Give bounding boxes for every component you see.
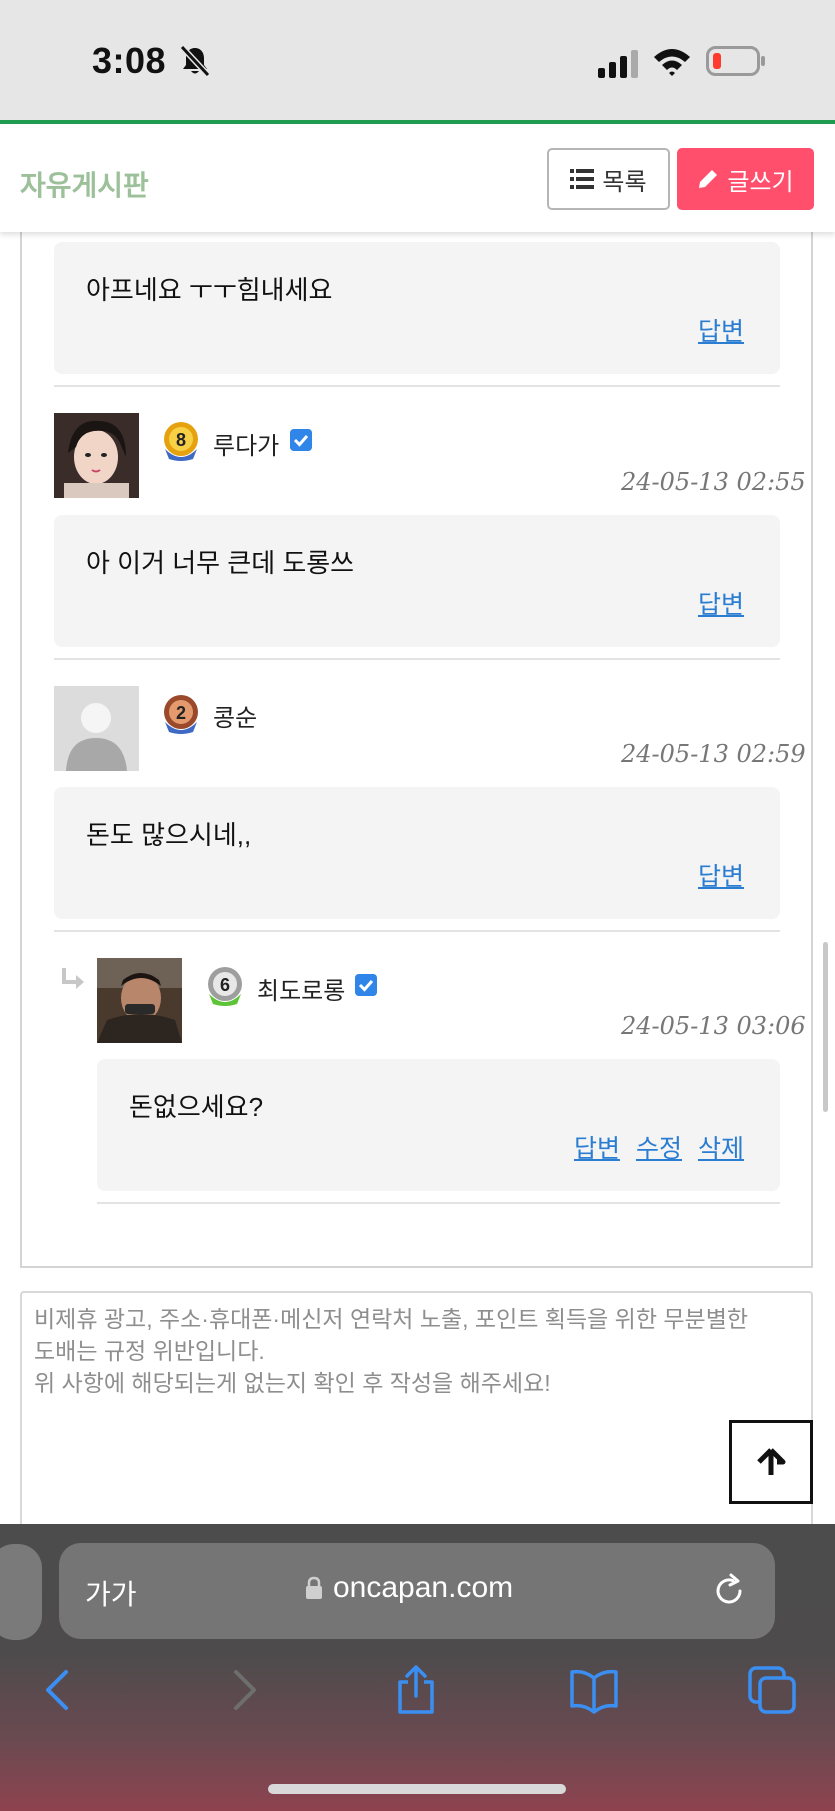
level-6-icon: 6 — [208, 967, 242, 1006]
text-size-button[interactable]: 가가 — [85, 1573, 137, 1613]
address-bar[interactable]: 가가 oncapan.com — [59, 1543, 775, 1639]
reply-link[interactable]: 답변 — [698, 857, 744, 893]
comment-text: 돈도 많으시네,, — [86, 820, 252, 850]
browser-toolbar: 가가 oncapan.com — [0, 1524, 835, 1811]
comment-textarea[interactable]: 비제휴 광고, 주소·휴대폰·메신저 연락처 노출, 포인트 획득을 위한 무분… — [20, 1291, 813, 1524]
avatar[interactable] — [97, 958, 182, 1043]
board-header: 자유게시판 목록 글쓰기 — [0, 128, 835, 232]
svg-text:8: 8 — [176, 430, 186, 450]
comment-date: 24-05-13 02:55 — [621, 468, 806, 496]
list-icon — [570, 169, 595, 189]
forward-icon[interactable] — [216, 1664, 268, 1716]
delete-link[interactable]: 삭제 — [698, 1129, 744, 1165]
comment-bubble: 돈도 많으시네,, 답변 — [54, 787, 780, 919]
comment-text: 아 이거 너무 큰데 도롱쓰 — [86, 548, 355, 578]
svg-text:2: 2 — [176, 703, 186, 723]
reply-link[interactable]: 답변 — [574, 1129, 620, 1165]
url-text: oncapan.com — [333, 1571, 514, 1604]
list-button-label: 목록 — [602, 168, 647, 196]
share-icon[interactable] — [390, 1664, 442, 1716]
battery-icon — [706, 46, 765, 76]
lock-icon — [306, 1576, 322, 1599]
comment-list: 아프네요 ㅜㅜ힘내세요 답변 8 루다가 24-05-13 02:55 아 이거… — [0, 232, 835, 1524]
reply-link[interactable]: 답변 — [698, 585, 744, 621]
comment-bubble: 아프네요 ㅜㅜ힘내세요 답변 — [54, 242, 780, 374]
wifi-icon — [654, 49, 690, 76]
comment-divider — [54, 930, 780, 932]
back-icon[interactable] — [34, 1664, 86, 1716]
comment-author[interactable]: 최도로롱 — [257, 971, 345, 1006]
list-button[interactable]: 목록 — [547, 148, 670, 210]
avatar[interactable] — [54, 686, 139, 771]
comment-bubble: 돈없으세요? 답변 수정 삭제 — [97, 1059, 780, 1191]
previous-tab-preview[interactable] — [0, 1544, 42, 1640]
comment-divider — [97, 1202, 780, 1204]
textarea-placeholder-line: 도배는 규정 위반입니다. — [34, 1338, 265, 1364]
arrow-up-icon — [757, 1448, 786, 1475]
tabs-icon[interactable] — [746, 1664, 798, 1716]
reply-arrow-icon — [62, 968, 84, 989]
bell-off-icon — [179, 44, 211, 78]
comment-divider — [54, 658, 780, 660]
avatar[interactable] — [54, 413, 139, 498]
home-indicator[interactable] — [268, 1784, 566, 1794]
comment-date: 24-05-13 03:06 — [621, 1012, 806, 1040]
edit-link[interactable]: 수정 — [636, 1129, 682, 1165]
pencil-icon — [699, 170, 718, 188]
comment-author[interactable]: 콩순 — [213, 698, 257, 733]
scroll-top-button[interactable] — [729, 1420, 813, 1504]
reload-icon[interactable] — [709, 1571, 749, 1611]
level-2-icon: 2 — [164, 695, 198, 734]
write-button[interactable]: 글쓰기 — [677, 148, 814, 210]
scrollbar[interactable] — [823, 942, 828, 1112]
comment-text: 돈없으세요? — [129, 1092, 264, 1122]
comment-bubble: 아 이거 너무 큰데 도롱쓰 답변 — [54, 515, 780, 647]
comment-divider — [54, 385, 780, 387]
svg-text:6: 6 — [220, 975, 230, 995]
status-bar: 3:08 — [0, 0, 835, 124]
textarea-placeholder-line: 위 사항에 해당되는게 없는지 확인 후 작성을 해주세요! — [34, 1370, 551, 1396]
comment-text: 아프네요 ㅜㅜ힘내세요 — [86, 275, 333, 305]
bookmarks-icon[interactable] — [568, 1664, 620, 1716]
cellular-signal-icon — [598, 50, 638, 78]
comment-date: 24-05-13 02:59 — [621, 740, 806, 768]
textarea-placeholder-line: 비제휴 광고, 주소·휴대폰·메신저 연락처 노출, 포인트 획득을 위한 무분… — [34, 1306, 749, 1332]
status-time: 3:08 — [92, 40, 167, 81]
verified-check-icon — [355, 974, 377, 996]
comment-author[interactable]: 루다가 — [213, 426, 279, 461]
write-button-label: 글쓰기 — [727, 168, 794, 196]
reply-link[interactable]: 답변 — [698, 312, 744, 348]
level-8-icon: 8 — [164, 422, 198, 461]
verified-check-icon — [290, 429, 312, 451]
board-title[interactable]: 자유게시판 — [20, 164, 149, 204]
